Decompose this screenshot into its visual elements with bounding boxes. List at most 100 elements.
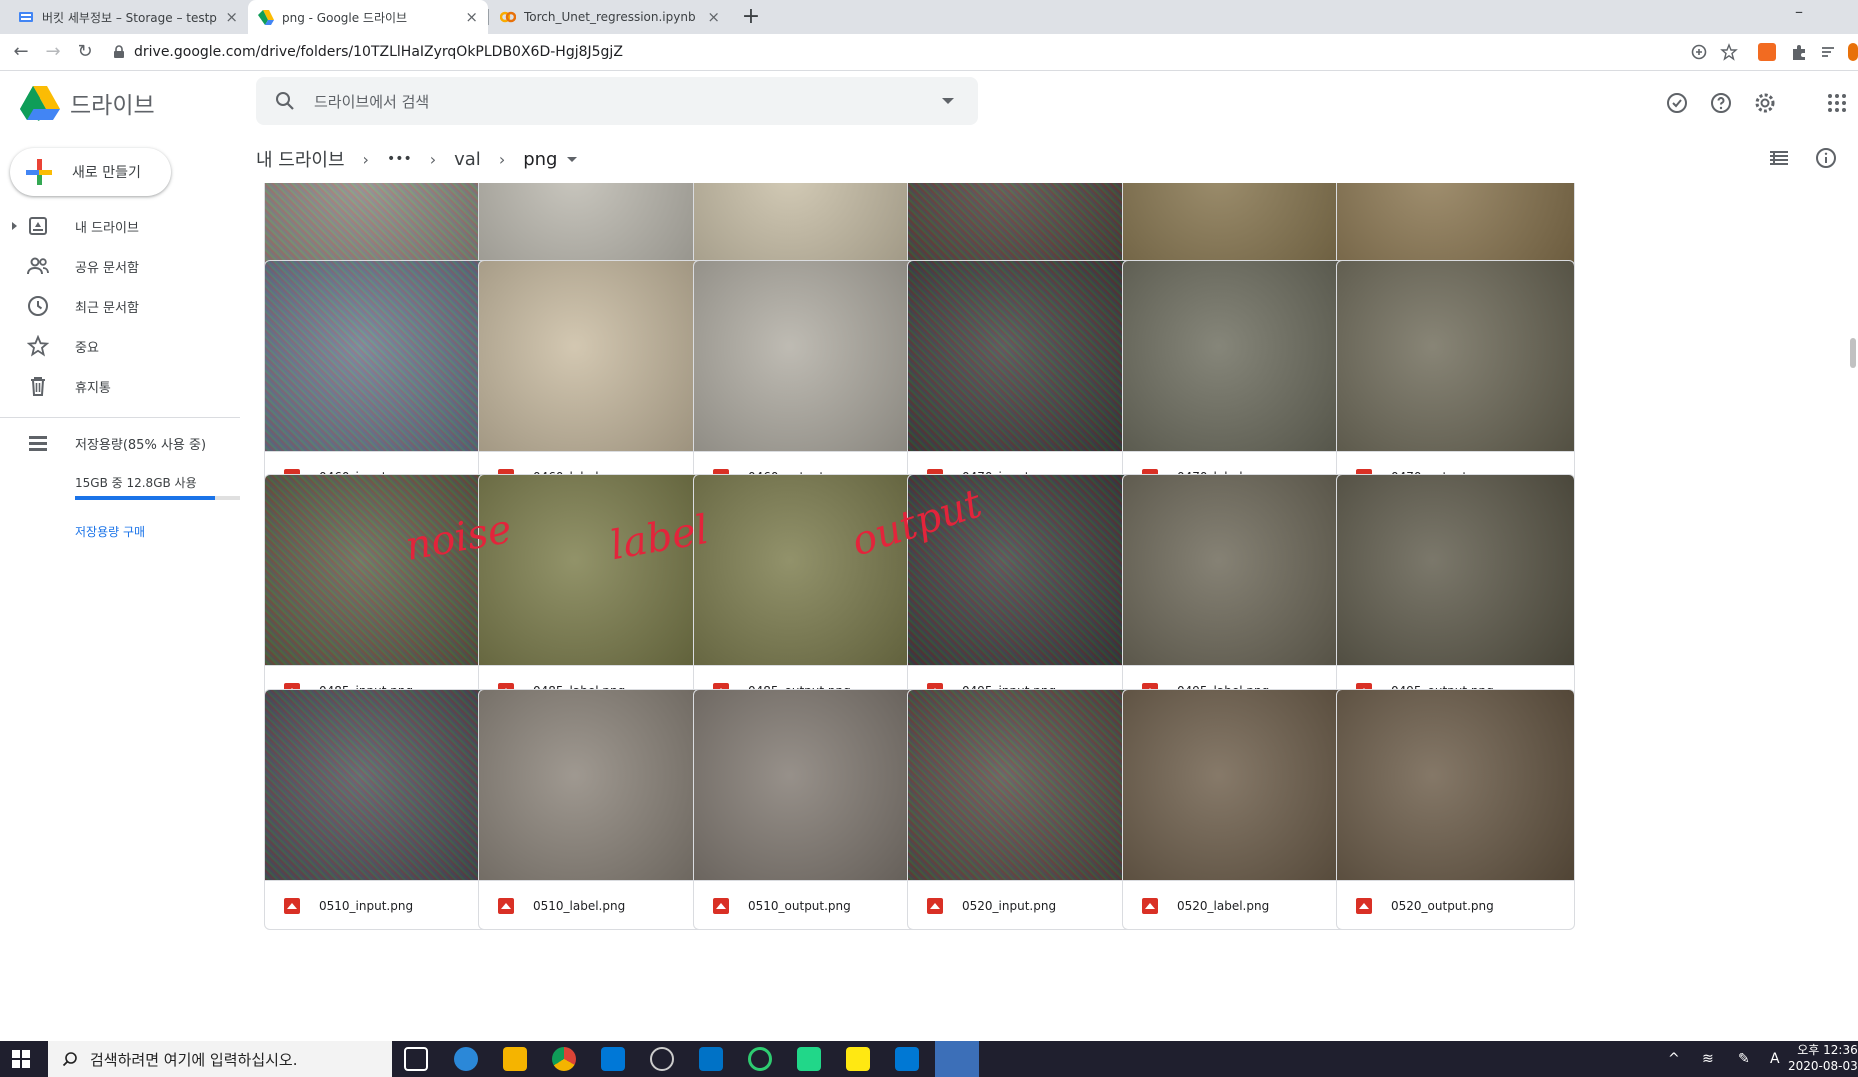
- help-icon[interactable]: [1709, 91, 1733, 115]
- reload-icon[interactable]: ↻: [74, 41, 96, 62]
- breadcrumb-root[interactable]: 내 드라이브: [256, 146, 345, 172]
- file-card[interactable]: 0485_label.png: [478, 474, 717, 715]
- minimize-button[interactable]: –: [1795, 2, 1803, 21]
- refresh-app-icon[interactable]: [748, 1047, 772, 1071]
- breadcrumb-parent[interactable]: val: [454, 149, 481, 170]
- drive-search-box[interactable]: 드라이브에서 검색: [256, 77, 978, 125]
- file-thumbnail[interactable]: [1123, 690, 1360, 880]
- zoom-icon[interactable]: [1690, 43, 1708, 61]
- file-thumbnail[interactable]: [265, 261, 502, 451]
- file-thumbnail[interactable]: [479, 475, 716, 665]
- offline-ready-icon[interactable]: [1665, 91, 1689, 115]
- file-card[interactable]: 0520_output.png: [1336, 689, 1575, 930]
- file-thumbnail[interactable]: [908, 690, 1145, 880]
- file-card[interactable]: 0485_output.png: [693, 474, 932, 715]
- file-card[interactable]: 0460_label.png: [478, 260, 717, 501]
- file-thumbnail[interactable]: [265, 475, 502, 665]
- file-thumbnail[interactable]: [1337, 475, 1574, 665]
- chrome-browser-icon[interactable]: [552, 1047, 576, 1071]
- search-input[interactable]: 드라이브에서 검색: [314, 91, 942, 112]
- microsoft-store-icon[interactable]: [601, 1047, 625, 1071]
- apps-grid-icon[interactable]: [1825, 91, 1849, 115]
- bookmark-star-icon[interactable]: [1720, 43, 1738, 61]
- file-thumbnail[interactable]: [908, 261, 1145, 451]
- sidebar-item-recent[interactable]: 최근 문서함: [0, 288, 240, 324]
- forward-arrow-icon[interactable]: →: [42, 41, 64, 62]
- drive-title[interactable]: 드라이브: [70, 86, 155, 120]
- file-card[interactable]: 0510_output.png: [693, 689, 932, 930]
- sidebar-item-starred[interactable]: 중요: [0, 328, 240, 364]
- file-thumbnail[interactable]: [1337, 690, 1574, 880]
- scrollbar-thumb[interactable]: [1850, 338, 1856, 368]
- google-drive-logo-icon[interactable]: [20, 85, 60, 121]
- pen-tray-icon[interactable]: ✎: [1738, 1051, 1750, 1067]
- browser-tab-colab[interactable]: Torch_Unet_regression.ipynb - C ×: [490, 0, 730, 34]
- file-card[interactable]: 0495_input.png: [907, 474, 1146, 715]
- browser-tab-storage[interactable]: 버킷 세부정보 – Storage – testp ×: [8, 0, 248, 34]
- kakaotalk-icon[interactable]: [846, 1047, 870, 1071]
- settings-app-icon[interactable]: [650, 1047, 674, 1071]
- pycharm-icon[interactable]: [797, 1047, 821, 1071]
- file-thumbnail[interactable]: [694, 475, 931, 665]
- tray-chevron-up-icon[interactable]: ^: [1668, 1051, 1680, 1067]
- settings-gear-icon[interactable]: [1753, 91, 1777, 115]
- address-bar[interactable]: drive.google.com/drive/folders/10TZLlHaI…: [106, 38, 1736, 66]
- close-tab-icon[interactable]: ×: [225, 8, 238, 26]
- reading-list-icon[interactable]: [1820, 43, 1838, 61]
- search-icon[interactable]: [274, 90, 296, 112]
- file-thumbnail[interactable]: [479, 261, 716, 451]
- expand-arrow-icon[interactable]: [12, 222, 17, 230]
- clock[interactable]: 오후 12:36 2020-08-03: [1788, 1042, 1858, 1074]
- file-card[interactable]: 0460_input.png: [264, 260, 503, 501]
- file-thumbnail[interactable]: [1123, 261, 1360, 451]
- breadcrumb-current[interactable]: png: [523, 149, 557, 170]
- file-card[interactable]: 0495_label.png: [1122, 474, 1361, 715]
- file-card[interactable]: 0485_input.png: [264, 474, 503, 715]
- close-tab-icon[interactable]: ×: [465, 8, 478, 26]
- breadcrumb-more[interactable]: •••: [387, 151, 412, 167]
- edge-browser-icon[interactable]: [454, 1047, 478, 1071]
- extensions-puzzle-icon[interactable]: [1790, 43, 1808, 61]
- close-tab-icon[interactable]: ×: [707, 8, 720, 26]
- file-thumbnail[interactable]: [694, 261, 931, 451]
- new-tab-button[interactable]: +: [738, 4, 764, 30]
- details-info-icon[interactable]: [1815, 147, 1837, 169]
- vscode-icon[interactable]: [895, 1047, 919, 1071]
- network-icon[interactable]: ≋: [1702, 1051, 1714, 1067]
- active-app-pen-icon[interactable]: [935, 1041, 979, 1077]
- folder-menu-chevron-icon[interactable]: [567, 156, 578, 162]
- taskbar-search-box[interactable]: 검색하려면 여기에 입력하십시오.: [48, 1041, 392, 1077]
- file-card[interactable]: 0470_label.png: [1122, 260, 1361, 501]
- list-view-icon[interactable]: [1768, 147, 1790, 169]
- file-thumbnail[interactable]: [1337, 261, 1574, 451]
- file-card[interactable]: 0510_input.png: [264, 689, 503, 930]
- ime-indicator[interactable]: A: [1770, 1051, 1780, 1067]
- mail-app-icon[interactable]: [699, 1047, 723, 1071]
- file-thumbnail[interactable]: [265, 690, 502, 880]
- sidebar-item-shared[interactable]: 공유 문서함: [0, 248, 240, 284]
- sidebar-item-trash[interactable]: 휴지통: [0, 368, 240, 404]
- search-options-chevron-icon[interactable]: [942, 98, 954, 104]
- windows-start-icon[interactable]: [12, 1050, 30, 1068]
- browser-tab-drive[interactable]: png - Google 드라이브 ×: [248, 0, 488, 34]
- back-arrow-icon[interactable]: ←: [10, 41, 32, 62]
- file-thumbnail[interactable]: [1123, 475, 1360, 665]
- buy-storage-link[interactable]: 저장용량 구매: [75, 523, 145, 540]
- file-card[interactable]: 0460_output.png: [693, 260, 932, 501]
- extension-badge-icon[interactable]: [1758, 43, 1776, 61]
- file-card[interactable]: 0520_input.png: [907, 689, 1146, 930]
- file-explorer-icon[interactable]: [503, 1047, 527, 1071]
- file-thumbnail[interactable]: [694, 690, 931, 880]
- profile-avatar[interactable]: [1848, 43, 1858, 61]
- file-card[interactable]: 0470_output.png: [1336, 260, 1575, 501]
- file-card[interactable]: 0495_output.png: [1336, 474, 1575, 715]
- grid-scrollbar[interactable]: [1850, 183, 1858, 1041]
- sidebar-item-my-drive[interactable]: 내 드라이브: [0, 208, 240, 244]
- file-card[interactable]: 0520_label.png: [1122, 689, 1361, 930]
- file-thumbnail[interactable]: [479, 690, 716, 880]
- new-button[interactable]: 새로 만들기: [10, 148, 171, 196]
- file-card[interactable]: 0470_input.png: [907, 260, 1146, 501]
- task-view-icon[interactable]: [404, 1047, 428, 1071]
- file-thumbnail[interactable]: [908, 475, 1145, 665]
- file-card[interactable]: 0510_label.png: [478, 689, 717, 930]
